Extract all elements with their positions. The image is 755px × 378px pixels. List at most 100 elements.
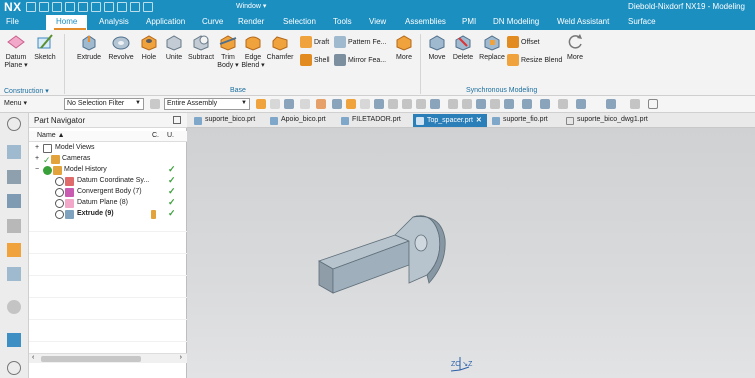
tab-tools[interactable]: Tools — [333, 17, 352, 26]
material-icon[interactable] — [606, 99, 616, 109]
tree-row-model-history[interactable]: − Model History ✓ — [29, 164, 187, 176]
tab-curve[interactable]: Curve — [202, 17, 223, 26]
save-icon[interactable] — [26, 2, 36, 12]
datum-plane-button[interactable]: Datum Plane ▾ — [2, 32, 30, 70]
layer-icon[interactable] — [522, 99, 532, 109]
tree-row-convergent-body[interactable]: Convergent Body (7) ✓ — [29, 186, 187, 198]
draft-button[interactable]: Draft — [300, 36, 329, 48]
hd3d-tools-icon[interactable] — [7, 243, 21, 257]
visibility-eye-icon[interactable] — [55, 210, 64, 219]
face-rule-icon[interactable] — [284, 99, 294, 109]
color-icon[interactable] — [576, 99, 586, 109]
section-icon[interactable] — [448, 99, 458, 109]
tab-surface[interactable]: Surface — [628, 17, 656, 26]
wireframe-icon[interactable] — [462, 99, 472, 109]
assembly-navigator-icon[interactable] — [7, 145, 21, 159]
mirror-feature-button[interactable]: Mirror Fea... — [334, 54, 386, 66]
replace-face-button[interactable]: Replace — [477, 32, 507, 62]
shell-button[interactable]: Shell — [300, 54, 330, 66]
touch-mode-icon[interactable] — [117, 2, 127, 12]
switch-window-icon[interactable] — [143, 2, 153, 12]
background-icon[interactable] — [490, 99, 500, 109]
tab-assemblies[interactable]: Assemblies — [405, 17, 446, 26]
doc-tab-suporte-fio[interactable]: suporte_fio.prt — [489, 114, 551, 127]
expand-icon[interactable]: + — [35, 144, 39, 151]
redo-icon[interactable] — [52, 2, 62, 12]
extrude-button[interactable]: Extrude — [74, 32, 104, 62]
selection-filter-dropdown[interactable]: No Selection Filter ▼ — [64, 98, 144, 110]
hole-button[interactable]: Hole — [138, 32, 160, 62]
tab-dn-modeling[interactable]: DN Modeling — [493, 17, 539, 26]
rotate-icon[interactable] — [416, 99, 426, 109]
graphics-window[interactable] — [187, 128, 755, 378]
tab-analysis[interactable]: Analysis — [99, 17, 129, 26]
chamfer-button[interactable]: Chamfer — [266, 32, 294, 62]
part-model[interactable] — [317, 213, 457, 303]
tab-pmi[interactable]: PMI — [462, 17, 476, 26]
sketch-button[interactable]: Sketch — [32, 32, 58, 62]
system-materials-icon[interactable] — [7, 333, 21, 347]
revolve-button[interactable]: Revolve — [106, 32, 136, 62]
filter-icon[interactable] — [150, 99, 160, 109]
assembly-scope-dropdown[interactable]: Entire Assembly ▼ — [164, 98, 250, 110]
render-style-icon[interactable] — [504, 99, 514, 109]
unite-button[interactable]: Unite — [162, 32, 186, 62]
edge-blend-button[interactable]: Edge Blend ▾ — [240, 32, 266, 70]
fit-view-icon[interactable] — [374, 99, 384, 109]
doc-tab-filetador[interactable]: FILETADOR.prt — [338, 114, 404, 127]
close-icon[interactable]: ✕ — [476, 117, 482, 124]
pencil-icon[interactable] — [648, 99, 658, 109]
zoom-icon[interactable] — [388, 99, 398, 109]
subtract-button[interactable]: Subtract — [187, 32, 215, 62]
offset-region-button[interactable]: Offset — [507, 36, 540, 48]
copy-icon[interactable] — [78, 2, 88, 12]
tree-row-model-views[interactable]: + Model Views — [29, 143, 187, 154]
doc-tab-apoio-bico[interactable]: Apoio_bico.prt — [267, 114, 329, 127]
navigator-horizontal-scrollbar[interactable]: ‹ › — [29, 353, 187, 363]
window-menu[interactable]: Window ▾ — [236, 2, 266, 10]
scrollbar-thumb[interactable] — [41, 356, 141, 362]
visibility-eye-icon[interactable] — [55, 188, 64, 197]
move-face-button[interactable]: Move — [425, 32, 449, 62]
paste-icon[interactable] — [91, 2, 101, 12]
pan-icon[interactable] — [402, 99, 412, 109]
expand-icon[interactable]: + — [35, 155, 39, 162]
body-icon[interactable] — [332, 99, 342, 109]
column-name-header[interactable]: Name ▲ — [37, 132, 65, 139]
scroll-right-icon[interactable]: › — [180, 354, 182, 361]
shaded-icon[interactable] — [476, 99, 486, 109]
clock-icon[interactable] — [7, 361, 21, 375]
delete-face-button[interactable]: Delete — [450, 32, 476, 62]
snap-icon[interactable] — [256, 99, 266, 109]
feature-icon[interactable] — [346, 99, 356, 109]
column-uptodate-header[interactable]: U. — [167, 132, 174, 139]
doc-tab-suporte-bico[interactable]: suporte_bico.prt — [191, 114, 258, 127]
gear-icon[interactable] — [7, 117, 21, 131]
component-icon[interactable] — [360, 99, 370, 109]
maximize-icon[interactable] — [173, 116, 181, 124]
history-icon[interactable] — [7, 300, 21, 314]
show-hide-icon[interactable] — [558, 99, 568, 109]
point-snap-icon[interactable] — [316, 99, 326, 109]
tree-row-datum-csys[interactable]: Datum Coordinate Sy... ✓ — [29, 175, 187, 187]
pattern-feature-button[interactable]: Pattern Fe... — [334, 36, 387, 48]
trim-body-button[interactable]: Trim Body ▾ — [216, 32, 240, 70]
reuse-library-icon[interactable] — [7, 219, 21, 233]
curve-rule-icon[interactable] — [300, 99, 310, 109]
collapse-icon[interactable]: − — [35, 166, 39, 173]
doc-tab-top-spacer[interactable]: Top_spacer.prt ✕ — [413, 114, 487, 127]
visibility-eye-icon[interactable] — [55, 177, 64, 186]
select-icon[interactable] — [270, 99, 280, 109]
visibility-eye-icon[interactable] — [55, 199, 64, 208]
tab-file[interactable]: File — [6, 17, 19, 26]
construction-group-label[interactable]: Construction ▾ — [4, 87, 49, 95]
tab-selection[interactable]: Selection — [283, 17, 316, 26]
tree-row-datum-plane[interactable]: Datum Plane (8) ✓ — [29, 197, 187, 209]
sync-more-button[interactable]: More — [563, 32, 587, 62]
tab-render[interactable]: Render — [238, 17, 264, 26]
cut-icon[interactable] — [65, 2, 75, 12]
undo-icon[interactable] — [39, 2, 49, 12]
menu-button[interactable]: Menu ▾ — [4, 99, 27, 107]
measure-icon[interactable] — [630, 99, 640, 109]
resize-blend-button[interactable]: Resize Blend — [507, 54, 562, 66]
